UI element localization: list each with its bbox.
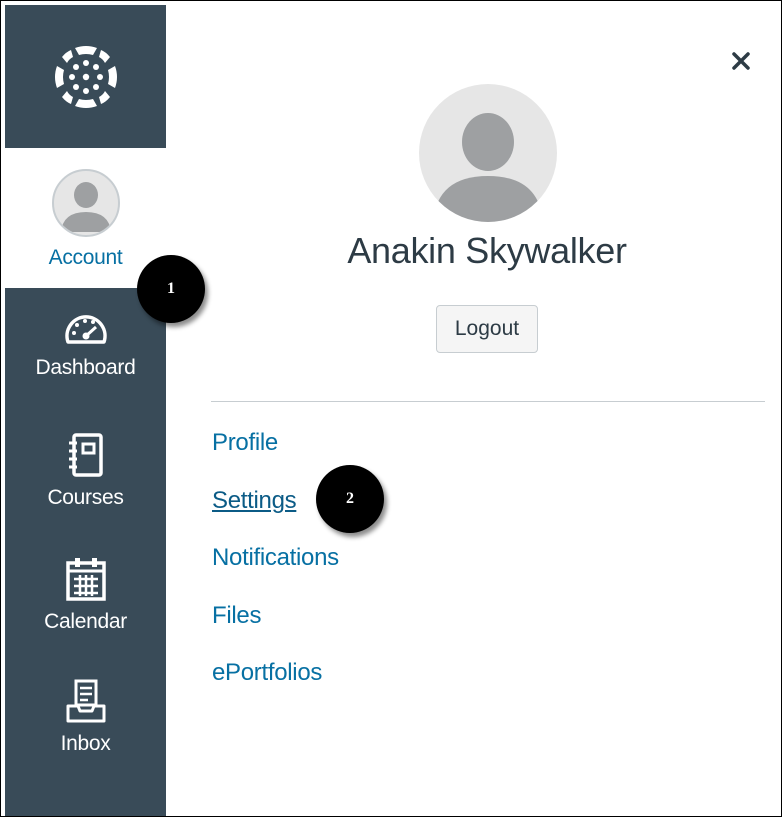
user-name: Anakin Skywalker: [347, 230, 627, 271]
nav-item-courses[interactable]: Courses: [5, 432, 166, 510]
global-navigation: Account Dashboard Courses Calendar Inbox: [5, 5, 166, 816]
nav-item-label: Account: [48, 246, 123, 269]
calendar-icon: [65, 556, 107, 602]
speedometer-icon: [63, 308, 109, 348]
nav-item-label: Dashboard: [35, 356, 136, 379]
canvas-logo-icon[interactable]: [5, 5, 166, 148]
nav-item-dashboard[interactable]: Dashboard: [5, 308, 166, 380]
eportfolios-link[interactable]: ePortfolios: [212, 659, 322, 687]
step-callout-1: 1: [137, 255, 205, 323]
notebook-icon: [66, 432, 106, 478]
files-link[interactable]: Files: [212, 602, 261, 630]
app-frame: Account Dashboard Courses Calendar Inbox…: [0, 0, 782, 817]
nav-item-label: Courses: [47, 486, 124, 509]
logout-button[interactable]: Logout: [436, 305, 538, 353]
user-avatar-icon: [51, 168, 121, 238]
nav-item-label: Calendar: [44, 610, 127, 633]
profile-link[interactable]: Profile: [212, 429, 278, 457]
user-avatar: [419, 84, 557, 222]
nav-item-account[interactable]: Account: [5, 148, 166, 288]
nav-item-inbox[interactable]: Inbox: [5, 678, 166, 756]
close-icon[interactable]: [729, 49, 753, 73]
notifications-link[interactable]: Notifications: [212, 544, 339, 572]
settings-link[interactable]: Settings: [212, 487, 297, 515]
nav-item-label: Inbox: [60, 732, 111, 755]
nav-item-calendar[interactable]: Calendar: [5, 556, 166, 634]
inbox-icon: [65, 678, 107, 724]
step-callout-2: 2: [316, 465, 384, 533]
divider: [211, 401, 765, 402]
